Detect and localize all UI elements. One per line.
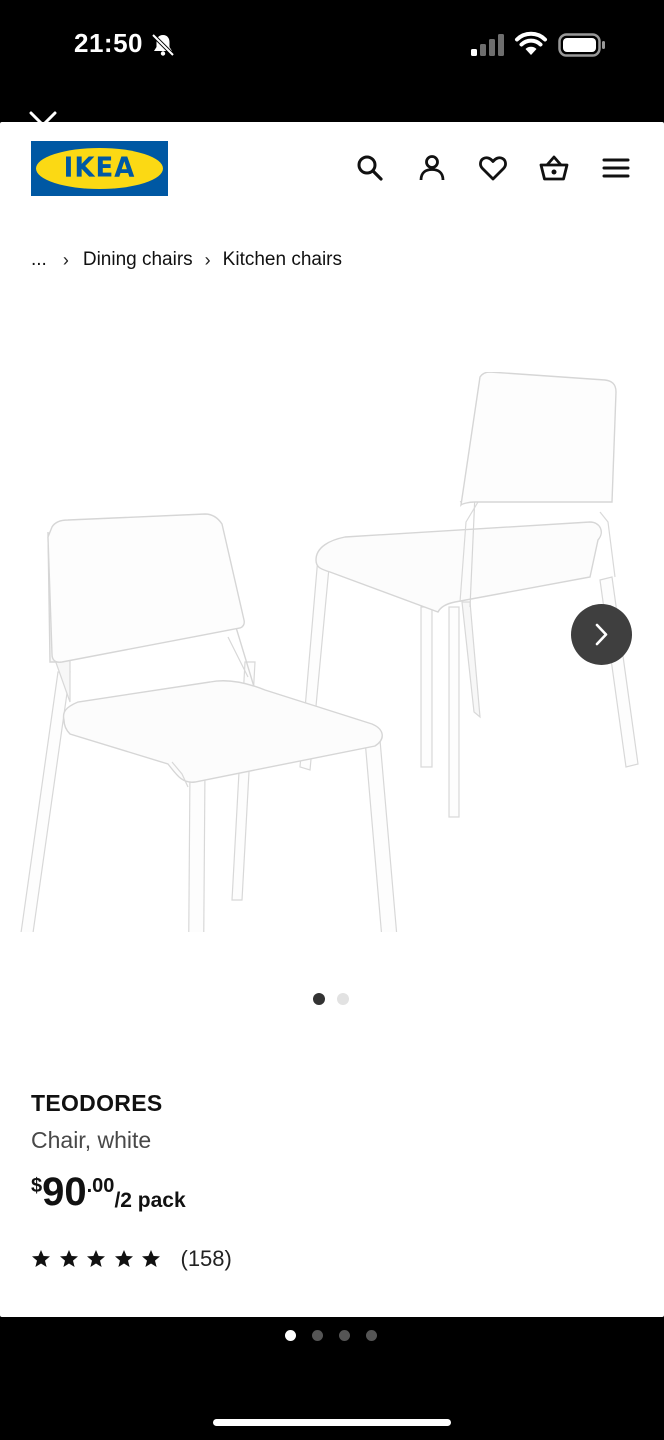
page-dot[interactable] <box>366 1330 377 1341</box>
carousel-next-button[interactable] <box>571 604 632 665</box>
price-integer: 90 <box>42 1170 87 1214</box>
page-dot[interactable] <box>339 1330 350 1341</box>
bell-slash-icon <box>151 33 175 57</box>
star-icon <box>114 1250 133 1267</box>
breadcrumb-item-kitchen-chairs[interactable]: Kitchen chairs <box>223 249 342 271</box>
carousel-dot[interactable] <box>337 993 349 1005</box>
page-indicator <box>285 1330 377 1341</box>
ikea-logo[interactable]: IKEA <box>31 141 168 196</box>
home-indicator[interactable] <box>213 1419 451 1426</box>
close-icon[interactable] <box>26 108 60 142</box>
battery-icon <box>558 33 605 57</box>
search-icon[interactable] <box>354 152 386 184</box>
carousel-indicator <box>313 993 349 1005</box>
status-bar: 21:50 <box>0 0 664 122</box>
star-icon <box>87 1250 105 1267</box>
page-dot-active[interactable] <box>285 1330 296 1341</box>
basket-icon[interactable] <box>538 152 570 184</box>
breadcrumb: ... › Dining chairs › Kitchen chairs <box>31 246 342 274</box>
chevron-right-icon <box>595 623 608 646</box>
star-icon <box>32 1250 50 1267</box>
wifi-icon <box>515 31 547 55</box>
star-icon <box>142 1250 160 1267</box>
cellular-signal-icon <box>471 34 504 56</box>
price-currency: $ <box>31 1175 43 1197</box>
price-decimal: .00 <box>86 1175 115 1197</box>
breadcrumb-ellipsis[interactable]: ... <box>31 249 47 271</box>
review-count[interactable]: (158) <box>181 1246 232 1272</box>
chevron-right-icon: › <box>204 249 211 270</box>
product-description: Chair, white <box>31 1127 152 1153</box>
chevron-right-icon: › <box>62 249 69 270</box>
breadcrumb-item-dining-chairs[interactable]: Dining chairs <box>83 249 193 271</box>
product-rating[interactable]: (158) <box>31 1246 232 1272</box>
menu-icon[interactable] <box>600 152 632 184</box>
logo-text: IKEA <box>63 152 136 184</box>
carousel-dot-active[interactable] <box>313 993 325 1005</box>
status-time: 21:50 <box>74 28 143 58</box>
product-price: $ 90 .00 /2 pack <box>31 1169 186 1215</box>
star-icon <box>59 1250 78 1267</box>
heart-icon[interactable] <box>477 152 509 184</box>
price-unit: /2 pack <box>114 1189 186 1212</box>
product-page: IKEA ... › Dining chairs › Kitchen chair… <box>0 122 664 1317</box>
product-image[interactable] <box>0 372 664 932</box>
product-name[interactable]: TEODORES <box>31 1090 162 1117</box>
page-dot[interactable] <box>312 1330 323 1341</box>
user-icon[interactable] <box>416 152 448 184</box>
